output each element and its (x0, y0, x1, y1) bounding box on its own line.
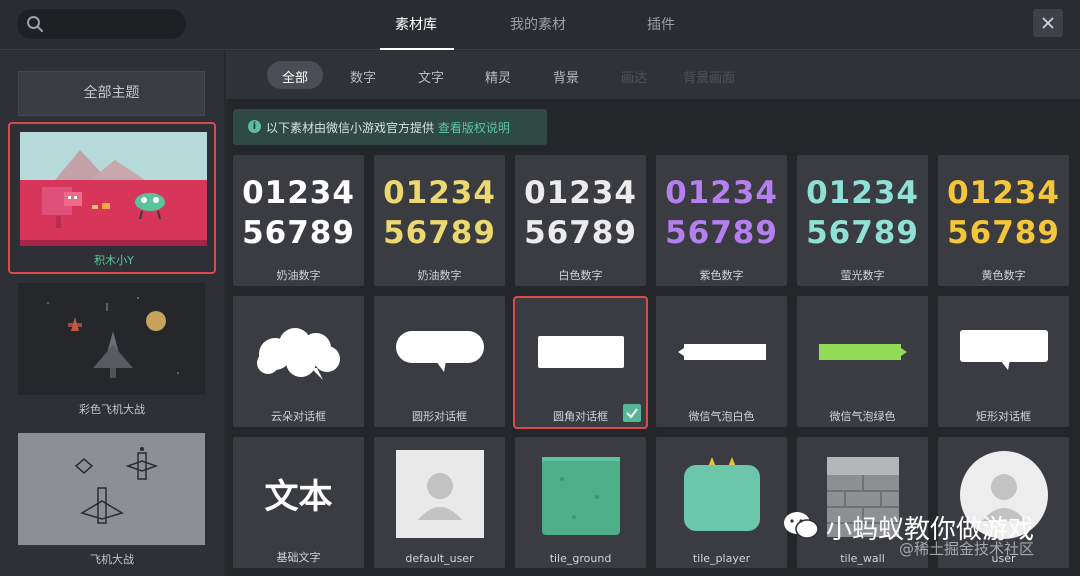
copyright-link[interactable]: 查看版权说明 (438, 121, 510, 135)
all-themes-button[interactable]: 全部主题 (18, 71, 205, 116)
asset-label: 奶油数字 (276, 269, 321, 282)
wechat-bubble-white-icon (678, 344, 766, 360)
filter-digits[interactable]: 数字 (350, 67, 376, 86)
wechat-bubble-green-icon (819, 344, 907, 360)
asset-label: 萤光数字 (840, 269, 885, 282)
asset-label: 云朵对话框 (271, 410, 326, 423)
asset-tile-wechat-bubble-green[interactable]: 微信气泡绿色 (797, 296, 928, 427)
filter-all[interactable]: 全部 (282, 67, 308, 86)
cloud-bubble-icon (257, 328, 340, 380)
asset-label: 奶油数字 (417, 269, 462, 282)
basic-text-sample: 文本 (264, 477, 333, 517)
wechat-logo-icon (784, 512, 819, 539)
asset-tile-yellow-digits[interactable]: 01234 56789 黄色数字 (938, 155, 1069, 286)
asset-tile-round-dialog[interactable]: 圆形对话框 (374, 296, 505, 427)
digits-top: 01234 (242, 175, 355, 211)
asset-tile-wechat-bubble-white[interactable]: 微信气泡白色 (656, 296, 787, 427)
asset-tile-cream-digits[interactable]: 01234 56789 奶油数字 (233, 155, 364, 286)
rect-bubble-icon (960, 330, 1048, 370)
digits-bottom: 56789 (242, 215, 355, 251)
rounded-rect-bubble-icon (538, 336, 624, 368)
asset-label: 白色数字 (558, 269, 603, 282)
digits-bottom: 56789 (524, 215, 637, 251)
ground-tile-icon (542, 457, 620, 535)
asset-tile-rect-dialog[interactable]: 矩形对话框 (938, 296, 1069, 427)
info-icon: i (248, 120, 261, 133)
asset-label: 圆形对话框 (412, 410, 467, 423)
digits-bottom: 56789 (383, 215, 496, 251)
filter-background[interactable]: 背景 (553, 67, 579, 86)
digits-top: 01234 (947, 175, 1060, 211)
filter-sprites[interactable]: 精灵 (485, 67, 511, 86)
theme-thumbnail-color-plane (18, 283, 205, 395)
asset-tile-cloud-dialog[interactable]: 云朵对话框 (233, 296, 364, 427)
theme-label-jimu: 积木小Y (94, 254, 134, 267)
tab-my-assets[interactable]: 我的素材 (510, 14, 566, 34)
asset-label: default_user (405, 552, 474, 565)
filter-text[interactable]: 文字 (418, 67, 444, 86)
digits-bottom: 56789 (947, 215, 1060, 251)
tab-asset-library[interactable]: 素材库 (395, 14, 437, 34)
asset-tile-cream-digits-yellow[interactable]: 01234 56789 奶油数字 (374, 155, 505, 286)
theme-card-jimu[interactable]: 积木小Y (8, 122, 216, 274)
asset-label: 微信气泡绿色 (829, 410, 896, 423)
top-bar: 素材库 我的素材 插件 (0, 0, 1080, 50)
active-tab-indicator (380, 48, 454, 50)
digits-top: 01234 (806, 175, 919, 211)
theme-card-color-plane[interactable]: 彩色飞机大战 (8, 283, 216, 423)
theme-sidebar: 全部主题 积木小Y 彩色飞机大战 飞机大战 (0, 51, 225, 576)
asset-tile-rounded-rect-dialog[interactable]: 圆角对话框 (515, 298, 646, 427)
asset-label: 微信气泡白色 (688, 410, 755, 423)
digits-bottom: 56789 (665, 215, 778, 251)
close-icon (1042, 17, 1054, 29)
player-tile-icon (684, 457, 760, 531)
watermark-source: @稀土掘金技术社区 (899, 540, 1035, 558)
asset-label: 矩形对话框 (976, 410, 1031, 423)
default-user-avatar-icon (396, 450, 484, 538)
round-bubble-icon (396, 331, 484, 372)
asset-tile-basic-text[interactable]: 文本 基础文字 (233, 437, 364, 568)
asset-tile-player[interactable]: tile_player (656, 437, 787, 568)
asset-label: 基础文字 (276, 551, 321, 564)
filter-item-7[interactable]: 背景画面 (683, 67, 735, 86)
theme-label-plane: 飞机大战 (90, 553, 134, 566)
asset-label: tile_ground (549, 552, 612, 565)
filter-item-6[interactable]: 画达 (621, 67, 647, 86)
digits-top: 01234 (524, 175, 637, 211)
digits-top: 01234 (665, 175, 778, 211)
copyright-notice: i 以下素材由微信小游戏官方提供 查看版权说明 (233, 109, 547, 145)
digits-top: 01234 (383, 175, 496, 211)
close-button[interactable] (1033, 9, 1063, 37)
theme-thumbnail-jimu (20, 132, 207, 246)
asset-label: 黄色数字 (981, 269, 1026, 282)
theme-card-plane[interactable]: 飞机大战 (8, 433, 216, 573)
asset-tile-fluorescent-digits[interactable]: 01234 56789 萤光数字 (797, 155, 928, 286)
notice-text: 以下素材由微信小游戏官方提供 (266, 121, 435, 135)
search-input[interactable] (17, 9, 186, 39)
asset-tile-ground[interactable]: tile_ground (515, 437, 646, 568)
asset-label: 紫色数字 (699, 269, 744, 282)
digits-bottom: 56789 (806, 215, 919, 251)
selected-check-icon (623, 404, 641, 422)
asset-label: tile_player (692, 552, 751, 565)
tab-plugins[interactable]: 插件 (647, 14, 675, 34)
theme-label-color-plane: 彩色飞机大战 (79, 403, 145, 416)
asset-tile-purple-digits[interactable]: 01234 56789 紫色数字 (656, 155, 787, 286)
search-icon (27, 16, 43, 32)
asset-tile-default-user[interactable]: default_user (374, 437, 505, 568)
asset-tile-white-digits[interactable]: 01234 56789 白色数字 (515, 155, 646, 286)
theme-thumbnail-plane (18, 433, 205, 545)
